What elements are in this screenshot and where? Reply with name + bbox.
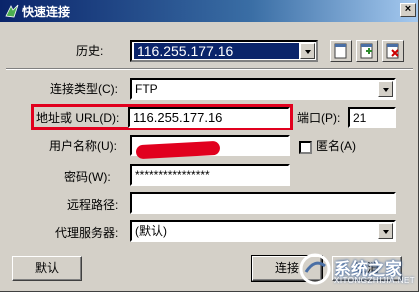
history-page-button[interactable] [330,40,352,62]
history-value: 116.255.177.16 [134,43,299,59]
port-input[interactable]: 21 [348,107,396,128]
watermark-logo-icon [299,253,331,285]
password-label: 密码(W): [64,170,111,184]
remote-path-input[interactable] [130,192,396,214]
ftp-app-icon [4,3,20,19]
page-icon [331,43,351,64]
chevron-down-icon[interactable] [378,223,393,239]
watermark: 系统之家 XITONGZHIJIA.NET [298,249,416,289]
history-combo[interactable]: 116.255.177.16 [130,40,318,62]
address-value: 116.255.177.16 [133,110,223,125]
address-label: 地址或 URL(D): [36,111,120,125]
chevron-down-icon[interactable] [378,81,393,97]
history-add-button[interactable] [356,40,378,62]
proxy-select[interactable]: (默认) [130,220,396,242]
add-page-icon [357,43,377,64]
close-button[interactable]: × [400,3,416,17]
port-value: 21 [353,111,367,125]
connection-type-value: FTP [135,82,158,96]
connection-type-label: 连接类型(C): [50,82,118,96]
anonymous-label[interactable]: 匿名(A) [316,139,356,153]
chevron-down-icon[interactable] [300,43,315,59]
watermark-subtext: XITONGZHIJIA.NET [334,276,416,285]
connection-type-select[interactable]: FTP [130,78,396,100]
separator [6,68,413,70]
address-input[interactable]: 116.255.177.16 [128,107,290,128]
quick-connect-dialog: 快速连接 × 历史: 116.255.177.16 连接类型(C): FTP 地… [0,0,419,292]
port-label: 端口(P): [297,111,341,125]
history-delete-button[interactable] [382,40,404,62]
remote-path-label: 远程路径: [67,198,119,212]
password-value: **************** [135,168,210,182]
delete-page-icon [383,43,403,64]
window-title: 快速连接 [22,5,71,19]
password-input[interactable]: **************** [130,164,290,186]
proxy-value: (默认) [135,224,167,238]
anonymous-checkbox[interactable] [299,141,312,154]
history-label: 历史: [76,44,104,58]
proxy-label: 代理服务器: [55,226,119,240]
title-bar[interactable]: 快速连接 × [0,0,418,22]
redaction-mark [135,140,221,160]
default-button[interactable]: 默认 [12,256,82,281]
username-label: 用户名称(U): [49,139,117,153]
